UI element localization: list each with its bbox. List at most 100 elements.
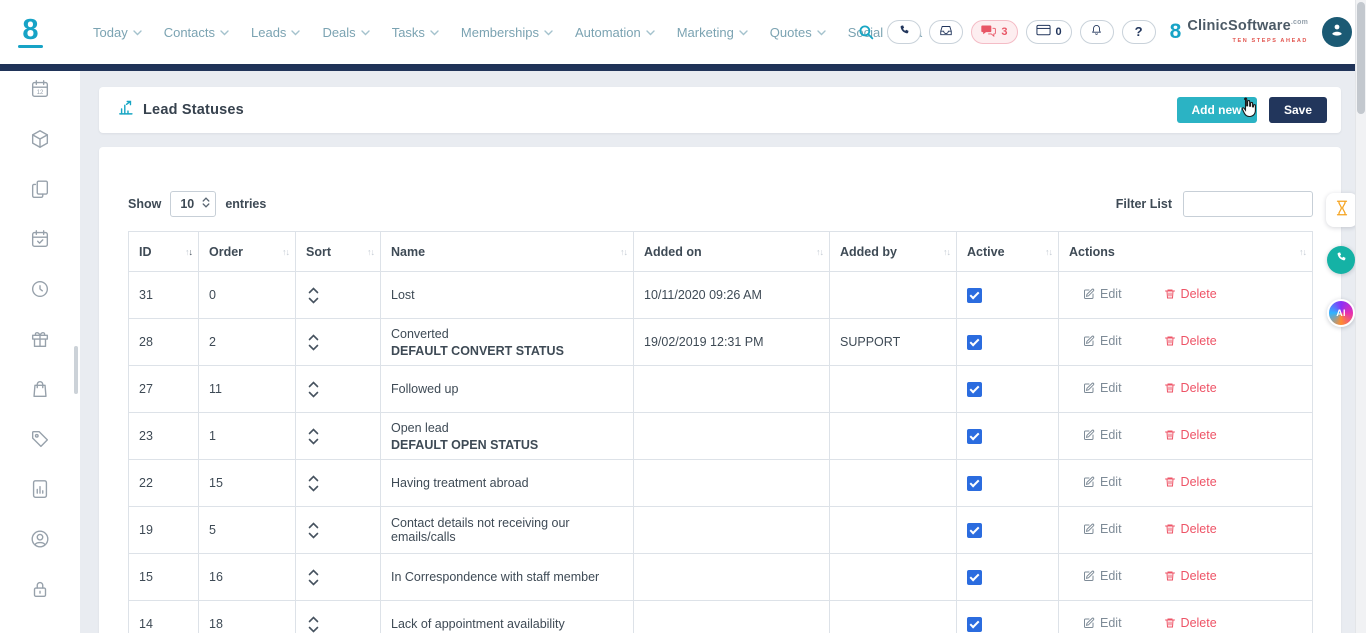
delete-link[interactable]: Delete [1164,616,1217,630]
chat-icon [981,24,996,40]
move-down-icon[interactable] [308,485,322,492]
active-checkbox[interactable] [967,617,982,632]
delete-link[interactable]: Delete [1164,287,1217,301]
edit-link[interactable]: Edit [1083,428,1122,442]
active-checkbox[interactable] [967,429,982,444]
nav-item-deals[interactable]: Deals [322,25,369,40]
move-down-icon[interactable] [308,579,322,586]
topbar-actions: 3 0 ? 8 ClinicSoftware.com TEN STEPS AHE… [857,16,1352,48]
column-header-active[interactable]: Active↑↓ [957,232,1059,272]
active-checkbox[interactable] [967,523,982,538]
edit-link[interactable]: Edit [1083,287,1122,301]
chat-button[interactable]: 3 [971,20,1017,44]
lock-icon[interactable] [29,578,51,600]
entries-select[interactable]: 10 [170,191,216,217]
cell-added-on [634,507,830,554]
delete-link[interactable]: Delete [1164,475,1217,489]
active-checkbox[interactable] [967,288,982,303]
card-button[interactable]: 0 [1026,20,1072,44]
cell-actions: Edit Delete [1059,272,1313,319]
calendar-check-icon[interactable] [29,228,51,250]
filter-input[interactable] [1183,191,1313,217]
cell-added-by [830,507,957,554]
help-button[interactable]: ? [1122,20,1156,44]
hourglass-widget-button[interactable] [1326,193,1358,227]
clinicsoftware-logo-icon[interactable]: 8 [18,17,43,48]
move-down-icon[interactable] [308,297,322,304]
column-header-id[interactable]: ID↑↓ [129,232,199,272]
nav-item-memberships[interactable]: Memberships [461,25,553,40]
edit-link[interactable]: Edit [1083,475,1122,489]
move-up-icon[interactable] [308,287,322,294]
active-checkbox[interactable] [967,570,982,585]
phone-button[interactable] [887,20,921,44]
move-down-icon[interactable] [308,532,322,539]
move-down-icon[interactable] [308,626,322,633]
gift-icon[interactable] [29,328,51,350]
history-icon[interactable] [29,278,51,300]
status-name: In Correspondence with staff member [391,570,623,584]
active-checkbox[interactable] [967,382,982,397]
column-header-added-on[interactable]: Added on↑↓ [634,232,830,272]
nav-item-today[interactable]: Today [93,25,142,40]
notifications-button[interactable] [1080,20,1114,44]
calendar-icon[interactable]: 12 [29,78,51,100]
shopping-bag-icon[interactable] [29,378,51,400]
user-avatar[interactable] [1322,17,1352,47]
active-checkbox[interactable] [967,335,982,350]
column-header-order[interactable]: Order↑↓ [199,232,296,272]
add-new-button[interactable]: Add new [1177,97,1257,123]
column-header-added-by[interactable]: Added by↑↓ [830,232,957,272]
column-header-sort[interactable]: Sort↑↓ [296,232,381,272]
move-up-icon[interactable] [308,428,322,435]
chart-doc-icon[interactable] [29,478,51,500]
package-icon[interactable] [29,128,51,150]
move-down-icon[interactable] [308,438,322,445]
chevron-down-icon [133,30,142,36]
delete-link[interactable]: Delete [1164,381,1217,395]
move-up-icon[interactable] [308,334,322,341]
move-up-icon[interactable] [308,475,322,482]
delete-link[interactable]: Delete [1164,334,1217,348]
edit-link[interactable]: Edit [1083,381,1122,395]
page-scrollbar[interactable] [1355,0,1366,633]
ai-widget-button[interactable]: AI [1327,299,1355,327]
nav-item-contacts[interactable]: Contacts [164,25,229,40]
move-up-icon[interactable] [308,381,322,388]
nav-item-quotes[interactable]: Quotes [770,25,826,40]
edit-link[interactable]: Edit [1083,522,1122,536]
move-down-icon[interactable] [308,344,322,351]
move-up-icon[interactable] [308,522,322,529]
scrollbar-thumb[interactable] [1357,2,1365,114]
nav-item-tasks[interactable]: Tasks [392,25,439,40]
move-up-icon[interactable] [308,616,322,623]
brand-logo[interactable]: 8 ClinicSoftware.com TEN STEPS AHEAD [1170,16,1308,48]
sidebar-scrollbar[interactable] [74,346,78,394]
delete-link[interactable]: Delete [1164,522,1217,536]
edit-link[interactable]: Edit [1083,334,1122,348]
nav-item-marketing[interactable]: Marketing [677,25,748,40]
active-checkbox[interactable] [967,476,982,491]
sort-arrows-icon: ↑↓ [1299,247,1306,257]
cell-sort [296,460,381,507]
save-button[interactable]: Save [1269,97,1327,123]
call-widget-button[interactable] [1327,246,1355,274]
column-header-actions[interactable]: Actions↑↓ [1059,232,1313,272]
chart-icon [117,99,134,121]
edit-link[interactable]: Edit [1083,569,1122,583]
move-up-icon[interactable] [308,569,322,576]
delete-link[interactable]: Delete [1164,569,1217,583]
move-down-icon[interactable] [308,391,322,398]
delete-link[interactable]: Delete [1164,428,1217,442]
user-badge-icon[interactable] [29,528,51,550]
tag-icon[interactable] [29,428,51,450]
brand-tagline: TEN STEPS AHEAD [1187,34,1308,48]
edit-link[interactable]: Edit [1083,616,1122,630]
chevron-down-icon [817,30,826,36]
pages-icon[interactable] [29,178,51,200]
search-icon[interactable] [857,23,875,41]
column-header-name[interactable]: Name↑↓ [381,232,634,272]
nav-item-automation[interactable]: Automation [575,25,655,40]
inbox-button[interactable] [929,20,963,44]
nav-item-leads[interactable]: Leads [251,25,300,40]
